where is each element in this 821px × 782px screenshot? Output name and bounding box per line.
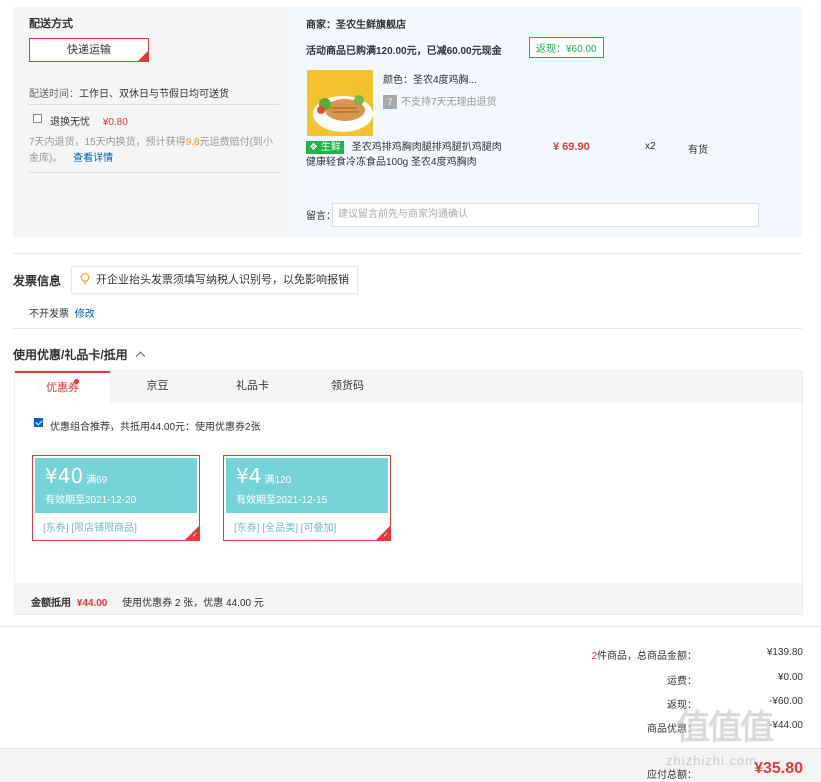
- shipping-method-button[interactable]: 快递运输: [29, 38, 149, 62]
- invoice-tip: 开企业抬头发票须填写纳税人识别号，以免影响报销: [71, 266, 358, 294]
- tab-pickup-code-label: 领货码: [331, 380, 364, 392]
- coupon-section-title-text: 使用优惠/礼品卡/抵用: [13, 348, 128, 362]
- insurance-label: 退换无忧: [50, 117, 90, 128]
- insurance-desc-text-3: 金库)。: [29, 153, 63, 164]
- coupon-tabs: 优惠券 京豆 礼品卡 领货码: [15, 371, 802, 403]
- note-input[interactable]: 建议留言前先与商家沟通确认: [332, 203, 759, 227]
- new-dot-icon: [74, 379, 79, 384]
- coupon-expiry: 有效期至2021-12-20: [45, 495, 137, 506]
- tab-giftcard-label: 礼品卡: [236, 380, 269, 392]
- deduct-desc: 使用优惠券 2 张，优惠 44.00 元: [122, 598, 264, 609]
- insurance-checkbox[interactable]: [33, 114, 42, 123]
- payable-label: 应付总额：: [647, 770, 697, 781]
- selected-check-icon: [185, 526, 199, 540]
- promo-text: 活动商品已购满120.00元，已减60.00元现金: [306, 46, 502, 57]
- shop-panel: 商家：圣农生鲜旗舰店 活动商品已购满120.00元，已减60.00元现金 返现：…: [289, 7, 802, 237]
- shipping-fee-label: 运费：: [667, 676, 697, 687]
- fresh-tag-text: 生鲜: [320, 141, 341, 153]
- product-title-line-1: 圣农鸡排鸡胸肉腿排鸡腿扒鸡腿肉: [351, 142, 502, 153]
- rebate-tag: 返现：¥60.00: [529, 37, 604, 58]
- watermark-site: zhizhizhi.com: [666, 753, 758, 768]
- summary-count-row: 2件商品，总商品金额：: [591, 647, 697, 662]
- insurance-desc: 7天内退货，15天内换货，预计获得9.8元运费赔付(到小 金库)。 查看详情: [29, 135, 279, 167]
- tab-jingdou-label: 京豆: [146, 380, 169, 392]
- payable-value: ¥35.80: [754, 760, 803, 777]
- coupon-card[interactable]: ¥4 满120 有效期至2021-12-15 [东券] [全品类] [可叠加]: [223, 455, 391, 541]
- summary-total: ¥139.80: [766, 647, 803, 658]
- invoice-title: 发票信息: [13, 274, 62, 288]
- fresh-tag: ❖ 生鲜: [306, 140, 344, 154]
- delivery-time-value: 工作日、双休日与节假日均可送货: [79, 89, 229, 100]
- watermark-logo: 值值值: [676, 709, 774, 747]
- coupon-section-title[interactable]: 使用优惠/礼品卡/抵用: [13, 346, 146, 363]
- invoice-value: 不开发票: [29, 309, 69, 320]
- coupon-card-header: ¥40 满69 有效期至2021-12-20: [35, 458, 197, 513]
- deduct-row: 金额抵用 ¥44.00 使用优惠券 2 张，优惠 44.00 元: [31, 594, 264, 609]
- deduct-label: 金额抵用: [31, 598, 71, 609]
- deduct-value: ¥44.00: [76, 598, 108, 609]
- tab-jingdou[interactable]: 京豆: [110, 371, 205, 403]
- tab-giftcard[interactable]: 礼品卡: [205, 371, 300, 403]
- coupon-expiry: 有效期至2021-12-15: [236, 495, 328, 506]
- divider: [29, 172, 279, 173]
- product-title[interactable]: ❖ 生鲜 圣农鸡排鸡胸肉腿排鸡腿扒鸡腿肉 健康轻食冷冻食品100g 圣农4度鸡胸肉: [306, 140, 526, 170]
- shipping-panel: 配送方式 快递运输 配送时间：工作日、双休日与节假日均可送货 退换无忧 ¥0.8…: [13, 7, 289, 237]
- summary-count-label: 件商品，总商品金额：: [597, 651, 697, 662]
- coupon-body: 优惠组合推荐，共抵用44.00元：使用优惠券2张 ¥40 满69 有效期至2021…: [15, 403, 802, 583]
- coupon-condition: 满120: [264, 475, 292, 486]
- product-price: ¥ 69.90: [553, 141, 590, 153]
- coupon-tags: [东券] [全品类] [可叠加]: [234, 523, 337, 534]
- invoice-tip-text: 开企业抬头发票须填写纳税人识别号，以免影响报销: [96, 274, 349, 286]
- shipping-title: 配送方式: [29, 18, 73, 30]
- coupon-amount: ¥40: [45, 464, 84, 488]
- recommend-text: 优惠组合推荐，共抵用44.00元：使用优惠券2张: [50, 422, 261, 433]
- insurance-row: 退换无忧 ¥0.80: [50, 113, 128, 128]
- insurance-desc-amount: 9.8: [185, 137, 200, 148]
- delivery-time: 配送时间：工作日、双休日与节假日均可送货: [29, 85, 229, 100]
- selected-check-icon: [376, 526, 390, 540]
- lightbulb-icon: [80, 273, 90, 285]
- chevron-up-icon[interactable]: [135, 351, 146, 362]
- divider: [13, 328, 802, 329]
- invoice-edit-link[interactable]: 修改: [75, 309, 95, 320]
- insurance-price: ¥0.80: [102, 117, 128, 128]
- product-image[interactable]: [307, 70, 373, 136]
- merchant: 商家：圣农生鲜旗舰店: [306, 16, 406, 31]
- product-color: 颜色：圣农4度鸡胸...: [383, 75, 477, 86]
- coupon-amount: ¥4: [236, 464, 262, 488]
- divider: [13, 253, 802, 254]
- fresh-tag-icon: ❖: [309, 141, 321, 153]
- delivery-time-label: 配送时间：: [29, 89, 79, 100]
- product-quantity: x2: [645, 141, 656, 152]
- product-title-line-2: 健康轻食冷冻食品100g 圣农4度鸡胸肉: [306, 157, 477, 168]
- merchant-name[interactable]: 圣农生鲜旗舰店: [336, 20, 406, 31]
- merchant-label: 商家：: [306, 20, 336, 31]
- insurance-desc-text: 7天内退货，15天内换货，预计获得: [29, 137, 186, 148]
- coupon-card[interactable]: ¥40 满69 有效期至2021-12-20 [东券] [限店铺限商品]: [32, 455, 200, 541]
- tab-pickup-code[interactable]: 领货码: [300, 371, 395, 403]
- coupon-area: 优惠券 京豆 礼品卡 领货码 优惠组合推荐，共抵用44.00元：使用优惠券2张 …: [14, 370, 803, 615]
- shipping-fee-value: ¥0.00: [777, 672, 803, 683]
- no-return-text: 不支持7天无理由退货: [401, 97, 497, 108]
- recommend-checkbox[interactable]: [34, 418, 43, 427]
- coupon-tags: [东券] [限店铺限商品]: [43, 523, 137, 534]
- no-return-row: 7 不支持7天无理由退货: [383, 93, 497, 109]
- tab-coupons[interactable]: 优惠券: [15, 371, 110, 403]
- selected-corner-icon: [138, 51, 148, 61]
- product-stock: 有货: [688, 145, 708, 156]
- insurance-desc-text-2: 元运费赔付(到小: [199, 137, 273, 148]
- no-return-icon: 7: [383, 95, 397, 109]
- divider: [29, 104, 279, 105]
- divider: [0, 626, 821, 627]
- invoice-value-row: 不开发票 修改: [29, 305, 95, 320]
- coupon-condition: 满69: [86, 475, 108, 486]
- tab-coupons-label: 优惠券: [46, 382, 79, 394]
- shipping-method-label: 快递运输: [67, 44, 111, 56]
- insurance-details-link[interactable]: 查看详情: [73, 153, 113, 164]
- coupon-card-header: ¥4 满120 有效期至2021-12-15: [226, 458, 388, 513]
